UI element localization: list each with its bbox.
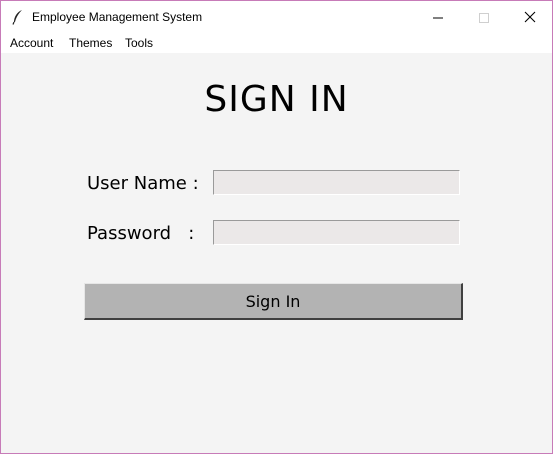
- minimize-icon: [433, 8, 443, 27]
- menu-account[interactable]: Account: [10, 36, 53, 50]
- title-bar[interactable]: Employee Management System: [1, 1, 552, 33]
- minimize-button[interactable]: [415, 1, 461, 33]
- maximize-icon: [479, 8, 489, 27]
- password-field[interactable]: [213, 220, 460, 245]
- password-label: Password :: [87, 223, 195, 244]
- username-label: User Name :: [87, 173, 199, 194]
- close-icon: [524, 8, 536, 27]
- close-button[interactable]: [507, 1, 552, 33]
- menu-bar: Account Themes Tools: [1, 33, 552, 54]
- app-window: Employee Management System Account Theme…: [0, 0, 553, 454]
- sign-in-button[interactable]: Sign In: [84, 283, 463, 320]
- signin-panel: SIGN IN User Name : Password : Sign In: [1, 53, 552, 453]
- page-title: SIGN IN: [204, 79, 349, 120]
- feather-icon: [11, 9, 25, 25]
- menu-tools[interactable]: Tools: [125, 36, 153, 50]
- maximize-button[interactable]: [461, 1, 507, 33]
- username-field[interactable]: [213, 170, 460, 195]
- window-title: Employee Management System: [32, 10, 203, 24]
- menu-themes[interactable]: Themes: [69, 36, 112, 50]
